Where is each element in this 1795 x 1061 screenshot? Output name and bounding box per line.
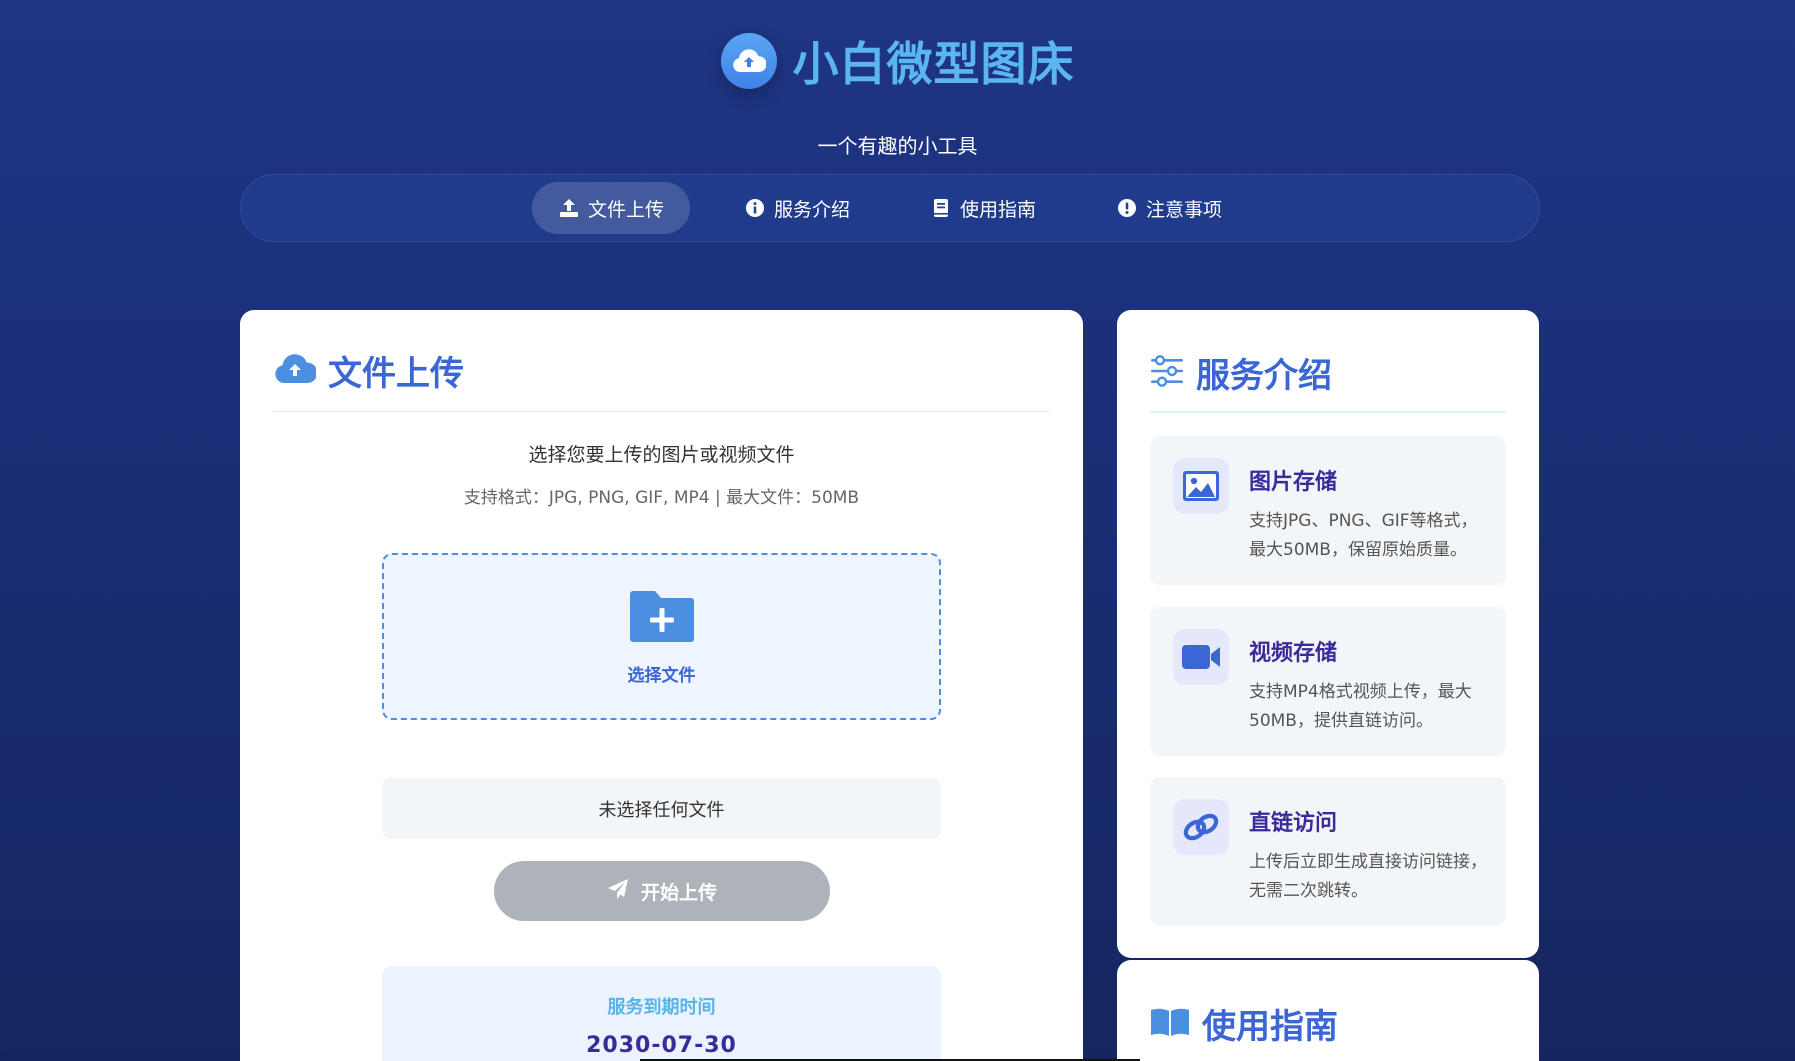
feature-card-direct-link: 直链访问 上传后立即生成直接访问链接，无需二次跳转。 xyxy=(1150,777,1506,926)
guide-panel-title: 使用指南 xyxy=(1202,1007,1338,1047)
feature-title: 直链访问 xyxy=(1249,811,1338,836)
service-expiry-box: 服务到期时间 2030-07-30 xyxy=(382,966,941,1061)
feature-title: 图片存储 xyxy=(1249,470,1338,495)
file-dropzone[interactable]: 选择文件 xyxy=(382,553,941,720)
cloud-upload-icon xyxy=(720,33,777,89)
upload-panel: 文件上传 选择您要上传的图片或视频文件 支持格式：JPG, PNG, GIF, … xyxy=(240,310,1083,1061)
upload-hint: 选择您要上传的图片或视频文件 xyxy=(528,444,795,466)
nav-tab-label: 注意事项 xyxy=(1146,198,1223,221)
folder-plus-icon xyxy=(629,587,695,647)
upload-panel-header: 文件上传 xyxy=(274,346,464,395)
feature-card-image-storage: 图片存储 支持JPG、PNG、GIF等格式，最大50MB，保留原始质量。 xyxy=(1150,436,1506,585)
exclamation-icon xyxy=(1116,197,1138,219)
guide-panel-header: 使用指南 xyxy=(1150,999,1338,1048)
divider xyxy=(1150,411,1506,413)
feature-description: 支持MP4格式视频上传，最大50MB，提供直链访问。 xyxy=(1249,682,1472,731)
expiry-date: 2030-07-30 xyxy=(586,1033,737,1058)
divider xyxy=(274,411,1050,412)
cloud-upload-icon xyxy=(274,353,318,388)
feature-description: 支持JPG、PNG、GIF等格式，最大50MB，保留原始质量。 xyxy=(1249,511,1478,560)
link-icon xyxy=(1173,799,1229,855)
site-header: 小白微型图床 一个有趣的小工具 xyxy=(0,28,1795,159)
services-panel-header: 服务介绍 xyxy=(1150,348,1332,397)
feature-title: 视频存储 xyxy=(1249,641,1338,666)
supported-formats: 支持格式：JPG, PNG, GIF, MP4 | 最大文件：50MB xyxy=(463,488,860,508)
services-panel-title: 服务介绍 xyxy=(1196,356,1332,396)
upload-icon xyxy=(558,197,580,219)
expiry-label: 服务到期时间 xyxy=(607,997,716,1018)
paper-plane-icon xyxy=(607,878,629,905)
nav-tab-label: 文件上传 xyxy=(587,198,664,221)
sliders-icon xyxy=(1150,354,1184,391)
nav-tab-upload[interactable]: 文件上传 xyxy=(531,182,690,234)
start-upload-label: 开始上传 xyxy=(640,881,717,904)
book-icon xyxy=(930,197,952,219)
nav-tab-guide[interactable]: 使用指南 xyxy=(904,182,1062,234)
video-icon xyxy=(1173,629,1229,685)
upload-panel-title: 文件上传 xyxy=(328,354,464,394)
guide-panel: 使用指南 xyxy=(1117,960,1539,1061)
open-book-icon xyxy=(1150,1007,1190,1041)
nav-tab-label: 使用指南 xyxy=(960,198,1037,221)
feature-card-video-storage: 视频存储 支持MP4格式视频上传，最大50MB，提供直链访问。 xyxy=(1150,607,1506,756)
services-panel: 服务介绍 图片存储 支持JPG、PNG、GIF等格式，最大50MB，保留原始质量… xyxy=(1117,310,1539,958)
image-icon xyxy=(1173,458,1229,514)
choose-file-label: 选择文件 xyxy=(627,666,696,686)
selected-file-status: 未选择任何文件 xyxy=(382,778,941,839)
main-nav: 文件上传 服务介绍 使用指南 注意事项 xyxy=(240,174,1540,242)
site-title: 小白微型图床 xyxy=(792,37,1075,91)
nav-tab-services[interactable]: 服务介绍 xyxy=(718,182,876,234)
nav-tab-notes[interactable]: 注意事项 xyxy=(1090,182,1248,234)
site-subtitle: 一个有趣的小工具 xyxy=(817,134,978,158)
info-icon xyxy=(744,197,766,219)
start-upload-button[interactable]: 开始上传 xyxy=(494,861,830,921)
nav-tab-label: 服务介绍 xyxy=(773,198,850,221)
brand: 小白微型图床 xyxy=(720,28,1075,94)
feature-description: 上传后立即生成直接访问链接，无需二次跳转。 xyxy=(1249,852,1487,901)
